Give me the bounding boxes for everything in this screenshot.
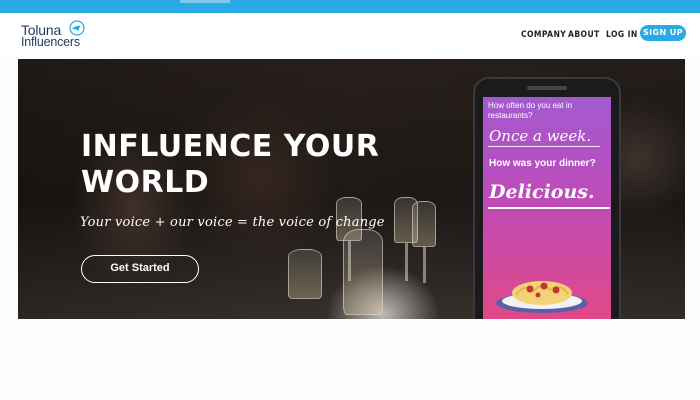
survey-answer-1: Once a week. <box>489 127 592 145</box>
water-glass <box>343 229 383 315</box>
nav-company[interactable]: COMPANY <box>521 27 566 43</box>
glass-stem <box>405 243 408 281</box>
wine-glass <box>412 201 436 247</box>
hero-headline: INFLUENCE YOUR WORLD <box>81 129 380 200</box>
phone-screen: How often do you eat in restaurants? Onc… <box>483 97 611 319</box>
nav-login[interactable]: LOG IN <box>606 27 638 43</box>
brand-logo[interactable]: Toluna Influencers <box>21 20 101 52</box>
hero-banner: INFLUENCE YOUR WORLD Your voice + our vo… <box>18 59 685 319</box>
answer-underline-2 <box>488 207 610 209</box>
wine-glass <box>288 249 322 299</box>
site-header: Toluna Influencers COMPANY ABOUT LOG IN … <box>0 13 700 59</box>
spaghetti-plate-icon <box>496 281 588 313</box>
answer-underline-1 <box>488 146 600 147</box>
brand-line2: Influencers <box>21 35 80 49</box>
glass-stem <box>423 247 426 283</box>
phone-mockup: How often do you eat in restaurants? Onc… <box>473 77 621 319</box>
top-bar <box>0 0 700 13</box>
signup-button[interactable]: SIGN UP <box>640 25 686 41</box>
hero-tagline: Your voice + our voice = the voice of ch… <box>80 215 385 230</box>
bird-icon <box>69 20 85 36</box>
top-bar-ghost <box>180 0 230 3</box>
get-started-button[interactable]: Get Started <box>81 255 199 283</box>
nav-about[interactable]: ABOUT <box>568 27 600 43</box>
survey-question-2: How was your dinner? <box>489 158 596 169</box>
survey-question-1: How often do you eat in restaurants? <box>488 101 573 120</box>
phone-speaker <box>527 86 567 90</box>
survey-answer-2: Delicious. <box>489 181 595 203</box>
